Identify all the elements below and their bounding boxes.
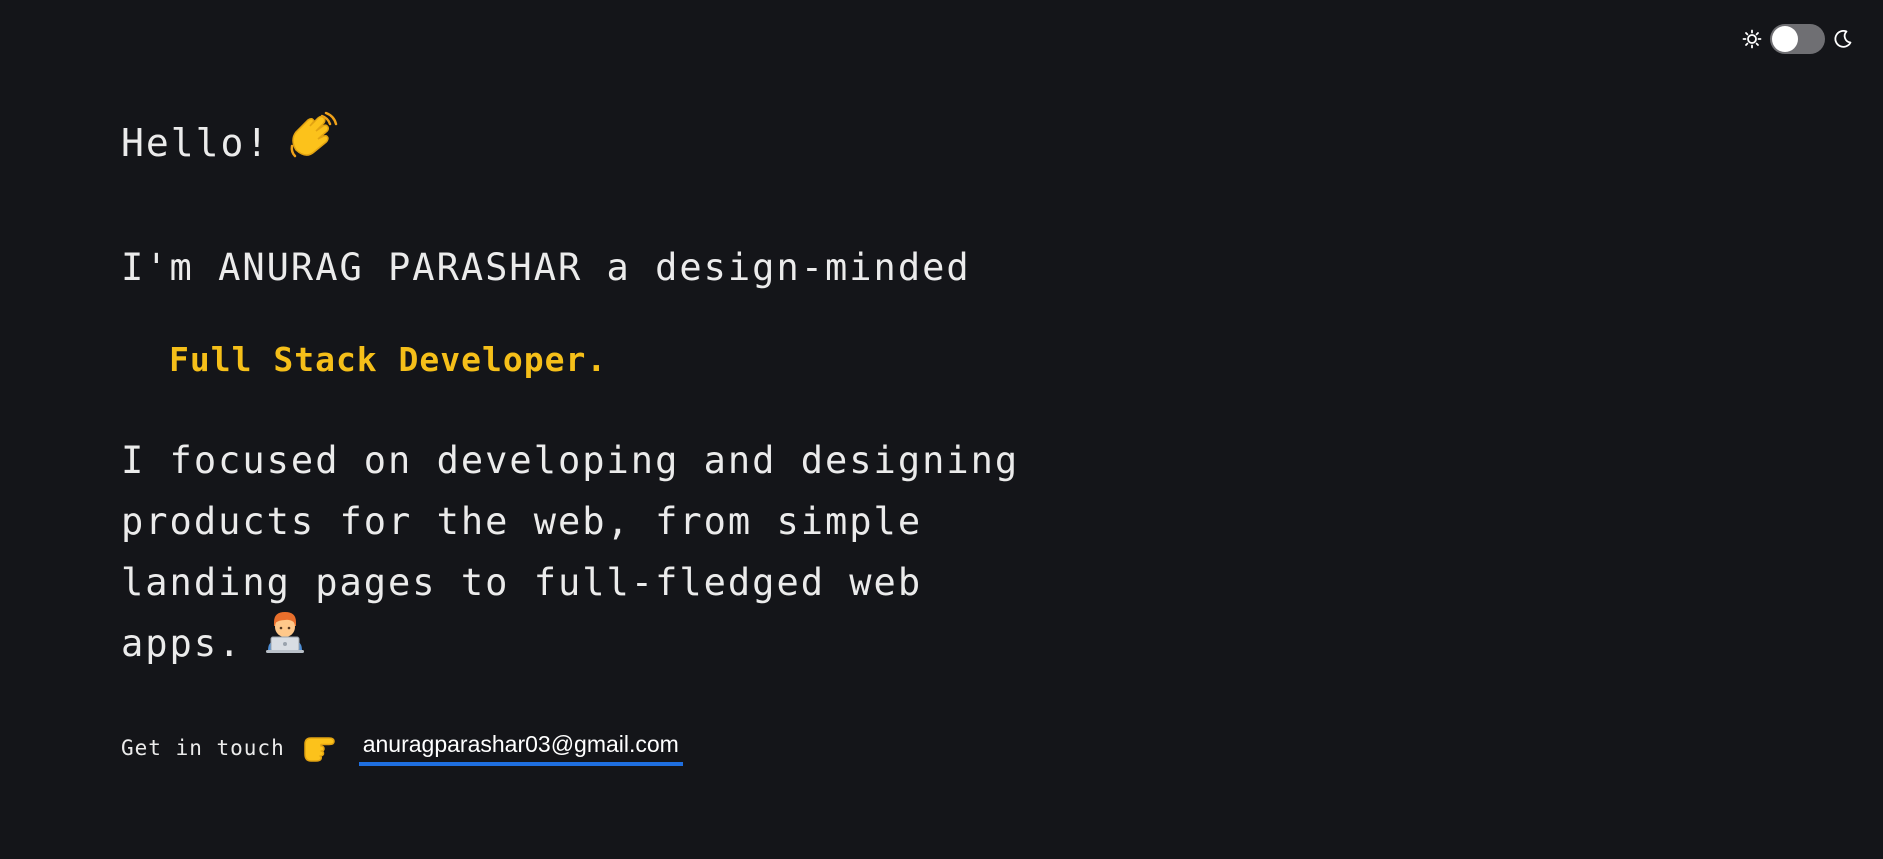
technologist-laptop-icon <box>262 608 308 672</box>
waving-hand-icon <box>288 110 340 171</box>
description-line: I focused on developing and designing <box>121 439 1020 482</box>
pointing-right-hand-icon <box>303 730 341 766</box>
intro-text: I'm ANURAG PARASHAR a design-minded <box>121 246 971 289</box>
sun-icon <box>1742 29 1762 49</box>
theme-toggle <box>1742 24 1853 54</box>
theme-switch[interactable] <box>1770 24 1825 54</box>
contact-row: Get in touch anuragparashar03@gmail.com <box>121 730 683 766</box>
moon-icon <box>1833 29 1853 49</box>
description-line: landing pages to full-fledged web <box>121 561 923 604</box>
description-line: products for the web, from simple <box>121 500 923 543</box>
page: Hello! I'm ANURAG PARASHAR a design-mind… <box>0 0 1883 859</box>
theme-switch-knob <box>1772 26 1798 52</box>
description-line-text: apps. <box>121 622 243 665</box>
greeting: Hello! <box>121 111 340 171</box>
description: I focused on developing and designing pr… <box>121 430 1021 674</box>
greeting-text: Hello! <box>121 121 271 165</box>
email-link[interactable]: anuragparashar03@gmail.com <box>358 731 683 766</box>
role-title: Full Stack Developer. <box>169 340 608 379</box>
description-line-last: apps. <box>121 611 1021 674</box>
contact-label: Get in touch <box>121 736 285 760</box>
